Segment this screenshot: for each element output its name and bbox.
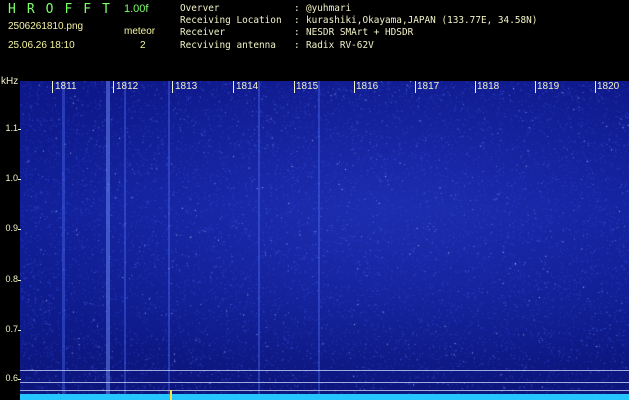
time-label: 1819 bbox=[537, 81, 560, 92]
signal-peak bbox=[170, 390, 172, 400]
info-key: Recviving antenna bbox=[180, 39, 276, 51]
freq-label: 0.6 bbox=[5, 373, 18, 383]
datetime-label: 25.06.26 18:10 bbox=[8, 40, 75, 51]
detection-count: 2 bbox=[140, 40, 146, 51]
signal-stripe bbox=[168, 81, 170, 400]
time-tick bbox=[233, 81, 234, 93]
time-tick bbox=[113, 81, 114, 93]
signal-stripe bbox=[318, 81, 320, 400]
freq-tick bbox=[18, 379, 21, 380]
time-label: 1820 bbox=[597, 81, 620, 92]
info-value: Radix RV-62V bbox=[306, 39, 374, 51]
time-tick bbox=[172, 81, 173, 93]
time-label: 1818 bbox=[477, 81, 500, 92]
mode-label: meteor bbox=[124, 26, 156, 37]
info-row-receiver: Receiver : NESDR SMArt + HDSDR bbox=[180, 27, 537, 39]
info-row-antenna: Recviving antenna : Radix RV-62V bbox=[180, 40, 537, 52]
time-tick bbox=[415, 81, 416, 93]
freq-tick bbox=[18, 330, 21, 331]
spectrogram-canvas[interactable] bbox=[20, 81, 629, 400]
freq-tick bbox=[18, 229, 21, 230]
freq-tick bbox=[18, 179, 21, 180]
reference-line bbox=[20, 370, 629, 371]
time-label: 1815 bbox=[296, 81, 319, 92]
freq-label: 1.0 bbox=[5, 173, 18, 183]
freq-label: 1.1 bbox=[5, 123, 18, 133]
reference-line bbox=[20, 390, 629, 391]
info-key: Overver bbox=[180, 3, 220, 14]
info-separator: : bbox=[294, 3, 300, 14]
freq-label: 0.7 bbox=[5, 324, 18, 334]
info-separator: : bbox=[294, 15, 300, 27]
signal-stripe bbox=[62, 81, 65, 400]
signal-stripe bbox=[106, 81, 110, 400]
freq-label: 0.8 bbox=[5, 274, 18, 284]
time-label: 1813 bbox=[175, 81, 198, 92]
info-value: NESDR SMArt + HDSDR bbox=[306, 27, 414, 39]
freq-unit-label: kHz bbox=[1, 76, 19, 87]
station-info: Overver : @yuhmari Receiving Location : … bbox=[180, 3, 537, 52]
spectrogram-noise bbox=[20, 81, 629, 400]
time-tick bbox=[354, 81, 355, 93]
time-label: 1814 bbox=[236, 81, 259, 92]
info-row-observer: Overver : @yuhmari bbox=[180, 3, 537, 15]
header-panel: HROFFT 1.00f 2506261810.png 25.06.26 18:… bbox=[0, 0, 629, 80]
info-separator: : bbox=[294, 39, 300, 51]
info-key: Receiving Location bbox=[180, 15, 282, 27]
filename-label: 2506261810.png bbox=[8, 21, 84, 32]
info-separator: : bbox=[294, 27, 300, 39]
info-value: @yuhmari bbox=[306, 3, 352, 14]
time-label: 1816 bbox=[356, 81, 379, 92]
info-row-location: Receiving Location : kurashiki,Okayama,J… bbox=[180, 15, 537, 27]
info-value: kurashiki,Okayama,JAPAN (133.77E, 34.58N… bbox=[306, 15, 538, 27]
time-label: 1812 bbox=[116, 81, 139, 92]
time-tick bbox=[535, 81, 536, 93]
freq-tick bbox=[18, 129, 21, 130]
freq-tick bbox=[18, 280, 21, 281]
time-label: 1817 bbox=[417, 81, 440, 92]
time-label: 1811 bbox=[55, 81, 77, 92]
reference-line bbox=[20, 382, 629, 383]
signal-baseline bbox=[20, 394, 629, 400]
info-key: Receiver bbox=[180, 27, 226, 39]
app-title: HROFFT bbox=[8, 2, 121, 17]
version-label: 1.00f bbox=[124, 3, 149, 15]
freq-label: 0.9 bbox=[5, 223, 18, 233]
signal-stripe bbox=[124, 81, 126, 400]
signal-stripe bbox=[258, 81, 260, 400]
time-tick bbox=[52, 81, 53, 93]
time-tick bbox=[475, 81, 476, 93]
time-tick bbox=[595, 81, 596, 93]
time-tick bbox=[294, 81, 295, 93]
